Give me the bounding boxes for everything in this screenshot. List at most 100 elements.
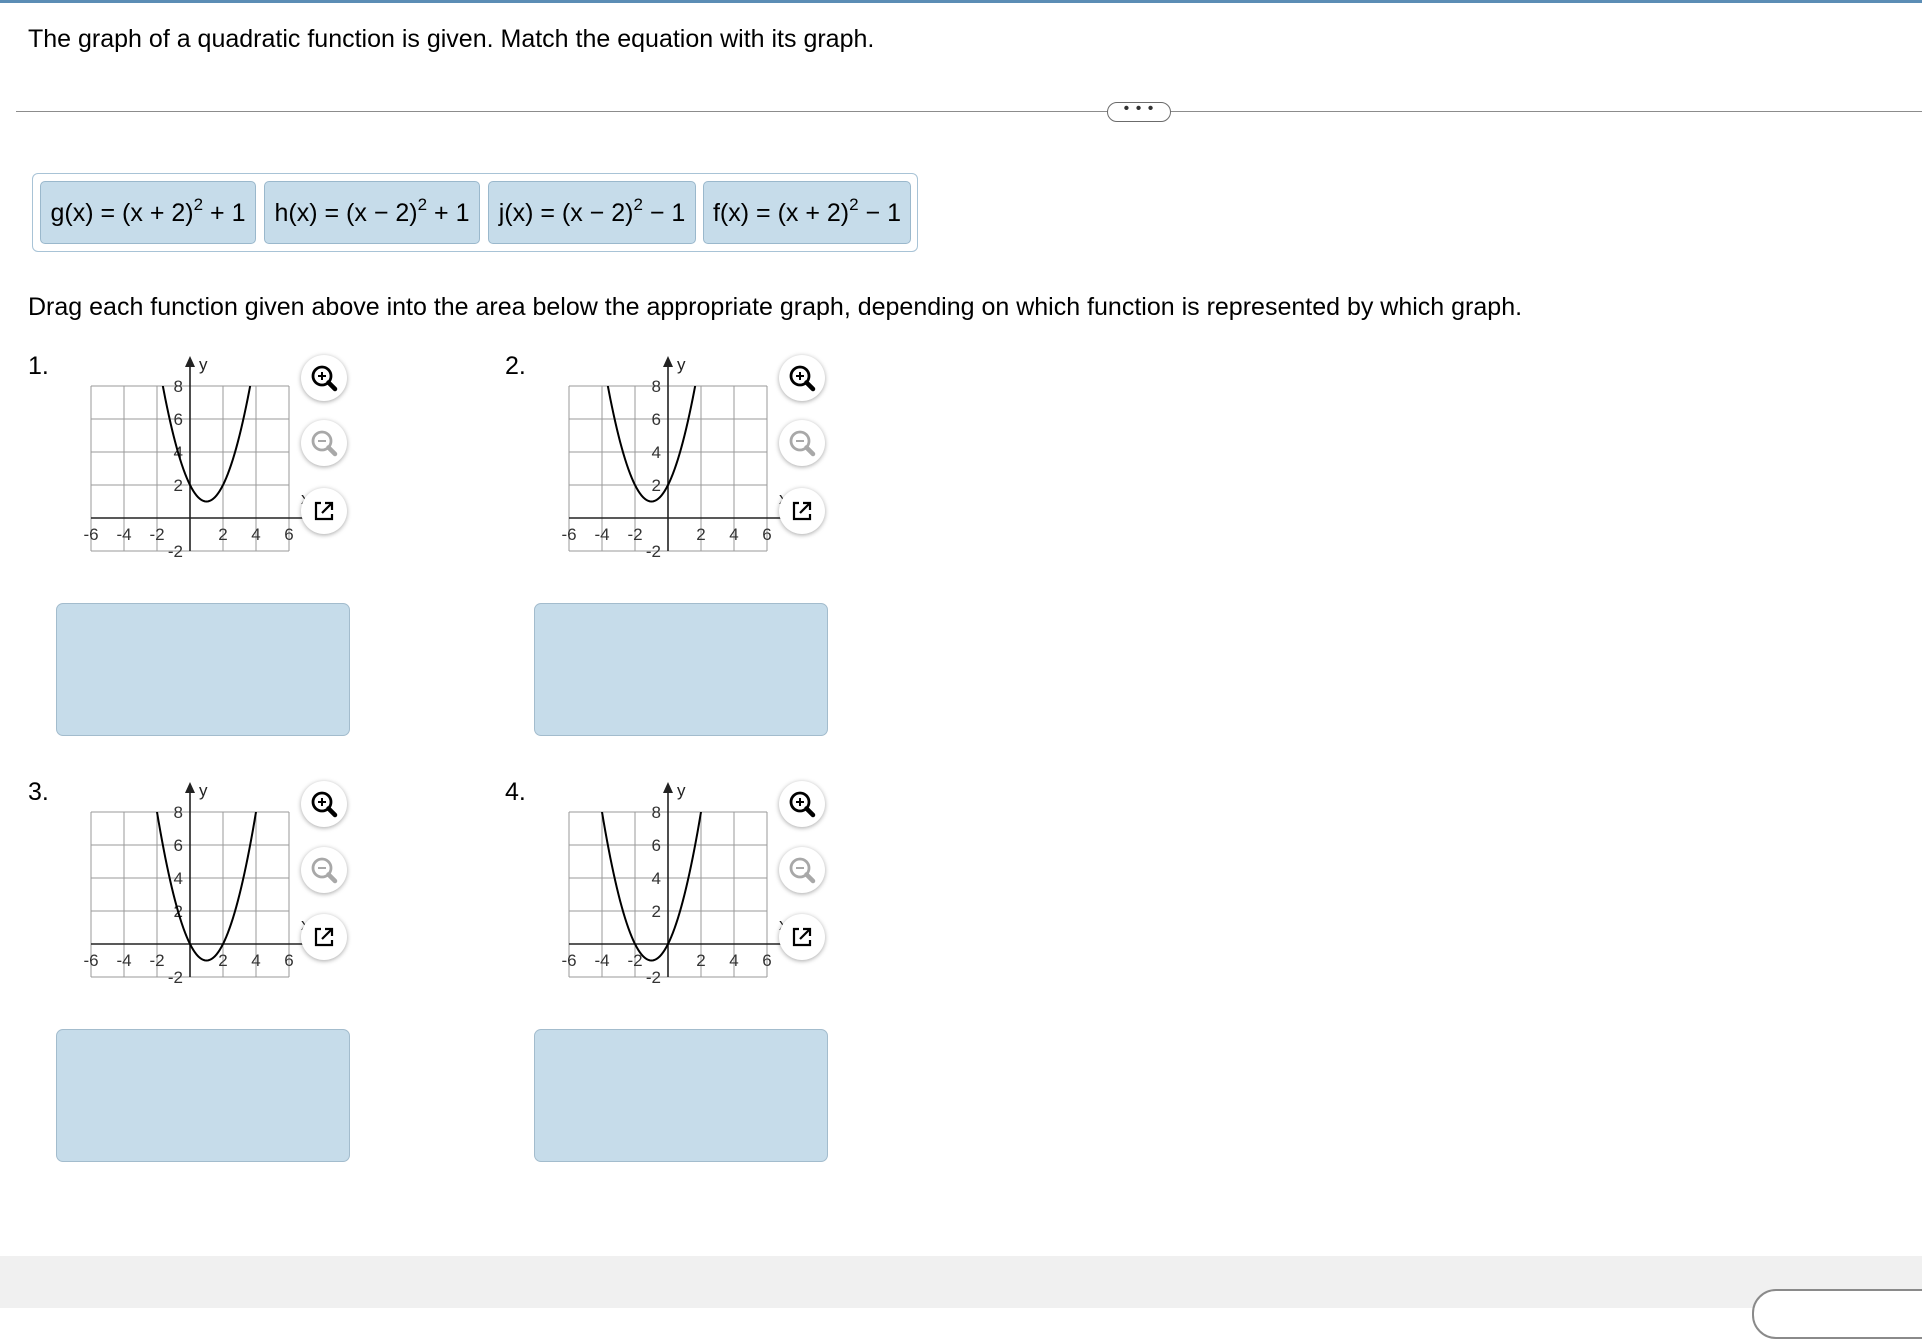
choice-g-tail: + 1 (203, 199, 246, 227)
x-tick-label: 6 (762, 951, 771, 970)
graph-3: xy-6-4-22468642-2 (75, 778, 305, 998)
footer-bar (0, 1256, 1922, 1308)
x-tick-label: 2 (218, 525, 227, 544)
graph-svg: xy-6-4-22468642-2 (83, 355, 305, 561)
choice-f-base: f(x) = (x + 2) (712, 199, 850, 227)
choice-h[interactable]: h(x) = (x − 2)2 + 1 (264, 181, 480, 244)
graph-2: xy-6-4-22468642-2 (553, 352, 783, 572)
graph-3-number: 3. (28, 778, 49, 806)
answer-choices-tray: g(x) = (x + 2)2 + 1 h(x) = (x − 2)2 + 1 … (32, 173, 918, 252)
x-tick-label: -6 (83, 525, 98, 544)
graph-4-number: 4. (505, 778, 526, 806)
x-tick-label: 6 (284, 951, 293, 970)
x-tick-label: -2 (149, 525, 164, 544)
drop-zone-4[interactable] (534, 1029, 828, 1162)
x-tick-label: 2 (696, 525, 705, 544)
y-axis-label: y (677, 355, 686, 374)
section-divider (16, 111, 1922, 112)
x-tick-label: 4 (729, 525, 738, 544)
y-axis-arrow (185, 356, 195, 367)
x-tick-label: -4 (116, 951, 131, 970)
graph-1-zoom-in-button[interactable] (301, 355, 347, 401)
choice-g[interactable]: g(x) = (x + 2)2 + 1 (40, 181, 256, 244)
graph-1: xy-6-4-22468642-2 (75, 352, 305, 572)
y-tick-label: 4 (652, 443, 661, 462)
graph-svg: xy-6-4-22468642-2 (561, 781, 783, 987)
x-tick-label: 4 (251, 525, 260, 544)
y-tick-label: -2 (168, 542, 183, 561)
choice-j-tail: − 1 (642, 199, 686, 227)
y-tick-label: 8 (652, 803, 661, 822)
choice-j-exponent: 2 (633, 194, 643, 214)
graph-4-zoom-out-button[interactable] (779, 847, 825, 893)
x-tick-label: -6 (561, 951, 576, 970)
x-tick-label: 2 (218, 951, 227, 970)
graph-2-number: 2. (505, 352, 526, 380)
graph-2-zoom-in-button[interactable] (779, 355, 825, 401)
x-tick-label: 2 (696, 951, 705, 970)
choice-h-exponent: 2 (417, 194, 428, 214)
footer-action-button[interactable] (1752, 1289, 1922, 1339)
choice-j[interactable]: j(x) = (x − 2)2 − 1 (488, 181, 696, 244)
drop-zone-2[interactable] (534, 603, 828, 736)
graph-3-zoom-in-button[interactable] (301, 781, 347, 827)
x-tick-label: -2 (627, 525, 642, 544)
y-tick-label: 2 (174, 476, 183, 495)
y-tick-label: 2 (652, 476, 661, 495)
x-tick-label: 4 (251, 951, 260, 970)
x-tick-label: -2 (149, 951, 164, 970)
graph-4-popout-button[interactable] (779, 914, 825, 960)
choice-h-base: h(x) = (x − 2) (274, 199, 418, 227)
graph-2-popout-button[interactable] (779, 488, 825, 534)
graph-4-zoom-in-button[interactable] (779, 781, 825, 827)
x-tick-label: -4 (594, 525, 609, 544)
graph-1-number: 1. (28, 352, 49, 380)
y-tick-label: 6 (652, 410, 661, 429)
y-tick-label: -2 (646, 968, 661, 987)
y-axis-arrow (663, 782, 673, 793)
choice-f-tail: − 1 (858, 199, 901, 227)
y-tick-label: 6 (174, 836, 183, 855)
y-tick-label: 8 (174, 377, 183, 396)
drop-zone-3[interactable] (56, 1029, 350, 1162)
graph-4: xy-6-4-22468642-2 (553, 778, 783, 998)
graph-3-popout-button[interactable] (301, 914, 347, 960)
y-axis-arrow (663, 356, 673, 367)
x-tick-label: -4 (594, 951, 609, 970)
more-options-button[interactable]: • • • (1107, 101, 1171, 122)
y-axis-label: y (677, 781, 686, 800)
choice-g-base: g(x) = (x + 2) (50, 199, 194, 227)
choice-g-exponent: 2 (193, 194, 204, 214)
graph-1-popout-button[interactable] (301, 488, 347, 534)
graph-3-zoom-out-button[interactable] (301, 847, 347, 893)
y-tick-label: 4 (652, 869, 661, 888)
x-tick-label: 4 (729, 951, 738, 970)
graph-2-zoom-out-button[interactable] (779, 420, 825, 466)
choice-f[interactable]: f(x) = (x + 2)2 − 1 (703, 181, 911, 244)
y-tick-label: -2 (168, 968, 183, 987)
x-tick-label: 6 (762, 525, 771, 544)
top-rule (0, 0, 1922, 3)
choice-j-base: j(x) = (x − 2) (498, 199, 634, 227)
y-tick-label: 8 (174, 803, 183, 822)
y-axis-arrow (185, 782, 195, 793)
x-tick-label: -6 (83, 951, 98, 970)
y-tick-label: 6 (174, 410, 183, 429)
y-tick-label: 6 (652, 836, 661, 855)
x-tick-label: -6 (561, 525, 576, 544)
graph-1-zoom-out-button[interactable] (301, 420, 347, 466)
y-axis-label: y (199, 781, 208, 800)
graph-svg: xy-6-4-22468642-2 (561, 355, 783, 561)
question-text: The graph of a quadratic function is giv… (28, 25, 875, 53)
choice-f-exponent: 2 (849, 194, 859, 214)
y-tick-label: 2 (652, 902, 661, 921)
y-tick-label: 8 (652, 377, 661, 396)
instruction-text: Drag each function given above into the … (28, 293, 1523, 321)
x-tick-label: 6 (284, 525, 293, 544)
y-tick-label: 4 (174, 869, 183, 888)
y-tick-label: -2 (646, 542, 661, 561)
choice-h-tail: + 1 (427, 199, 470, 227)
drop-zone-1[interactable] (56, 603, 350, 736)
x-tick-label: -4 (116, 525, 131, 544)
y-axis-label: y (199, 355, 208, 374)
